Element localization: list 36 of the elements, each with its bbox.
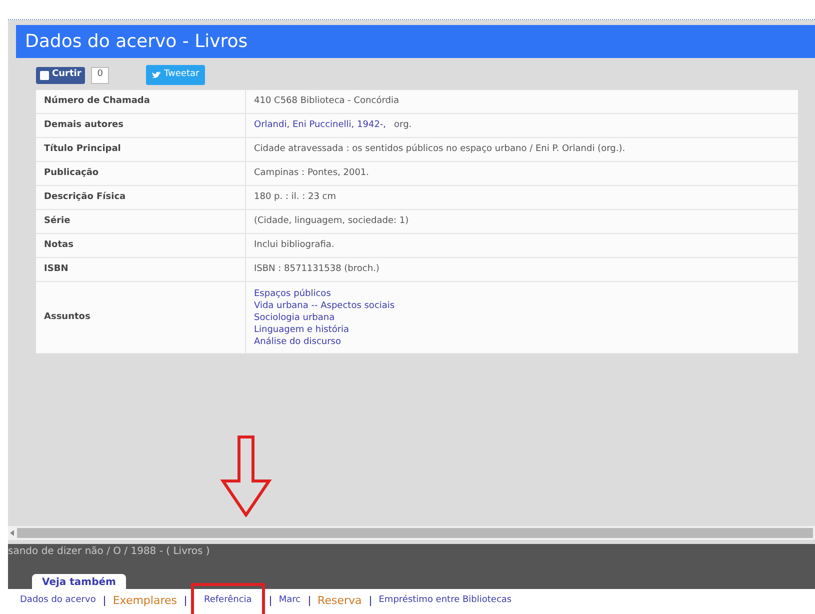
field-label: Série bbox=[44, 214, 70, 228]
subject-link[interactable]: Linguagem e história bbox=[254, 324, 350, 336]
scroll-left-icon bbox=[10, 530, 14, 536]
field-label: Publicação bbox=[44, 166, 99, 180]
field-value: Cidade atravessada : os sentidos públicos no espaço urbano / Eni P. Orlandi (org.). bbox=[254, 142, 626, 156]
dialog-title: Dados do acervo - Livros bbox=[25, 30, 248, 54]
field-value: Campinas : Pontes, 2001. bbox=[254, 166, 370, 180]
author-link[interactable]: Orlandi, Eni Puccinelli, 1942-, bbox=[254, 118, 386, 132]
field-value: 180 p. : il. : 23 cm bbox=[254, 190, 336, 204]
field-label: Número de Chamada bbox=[44, 94, 150, 108]
horizontal-scrollbar[interactable] bbox=[8, 526, 815, 540]
background-text: sando de dizer não / O / 1988 - ( Livros ) bbox=[8, 545, 210, 559]
nav-link[interactable]: Marc bbox=[278, 594, 301, 608]
see-also-tab[interactable]: Veja também bbox=[32, 574, 126, 590]
field-label: Título Principal bbox=[44, 142, 121, 156]
field-label: Descrição Física bbox=[44, 190, 126, 204]
scrollbar-thumb[interactable] bbox=[17, 528, 813, 538]
field-label: Notas bbox=[44, 238, 74, 252]
subject-link[interactable]: Espaços públicos bbox=[254, 288, 331, 300]
bird-icon bbox=[152, 71, 162, 79]
like-count: 0 bbox=[91, 66, 110, 84]
subject-link[interactable]: Sociologia urbana bbox=[254, 312, 335, 324]
field-value: org. bbox=[394, 118, 412, 132]
subject-link[interactable]: Vida urbana -- Aspectos sociais bbox=[254, 300, 395, 312]
field-label: Demais autores bbox=[44, 118, 124, 132]
field-value: Inclui bibliografia. bbox=[254, 238, 334, 252]
subject-link[interactable]: Análise do discurso bbox=[254, 336, 341, 348]
nav-link[interactable]: Empréstimo entre Bibliotecas bbox=[378, 594, 512, 608]
field-value: (Cidade, linguagem, sociedade: 1) bbox=[254, 214, 409, 228]
field-label: ISBN bbox=[44, 262, 68, 276]
field-value: ISBN : 8571131538 (broch.) bbox=[254, 262, 380, 276]
like-button[interactable]: Curtir bbox=[36, 66, 86, 84]
field-value: 410 C568 Biblioteca - Concórdia bbox=[254, 94, 399, 108]
field-label: Assuntos bbox=[44, 310, 90, 324]
nav-link[interactable]: Referência bbox=[194, 586, 262, 614]
nav-link[interactable]: Dados do acervo bbox=[20, 594, 96, 608]
